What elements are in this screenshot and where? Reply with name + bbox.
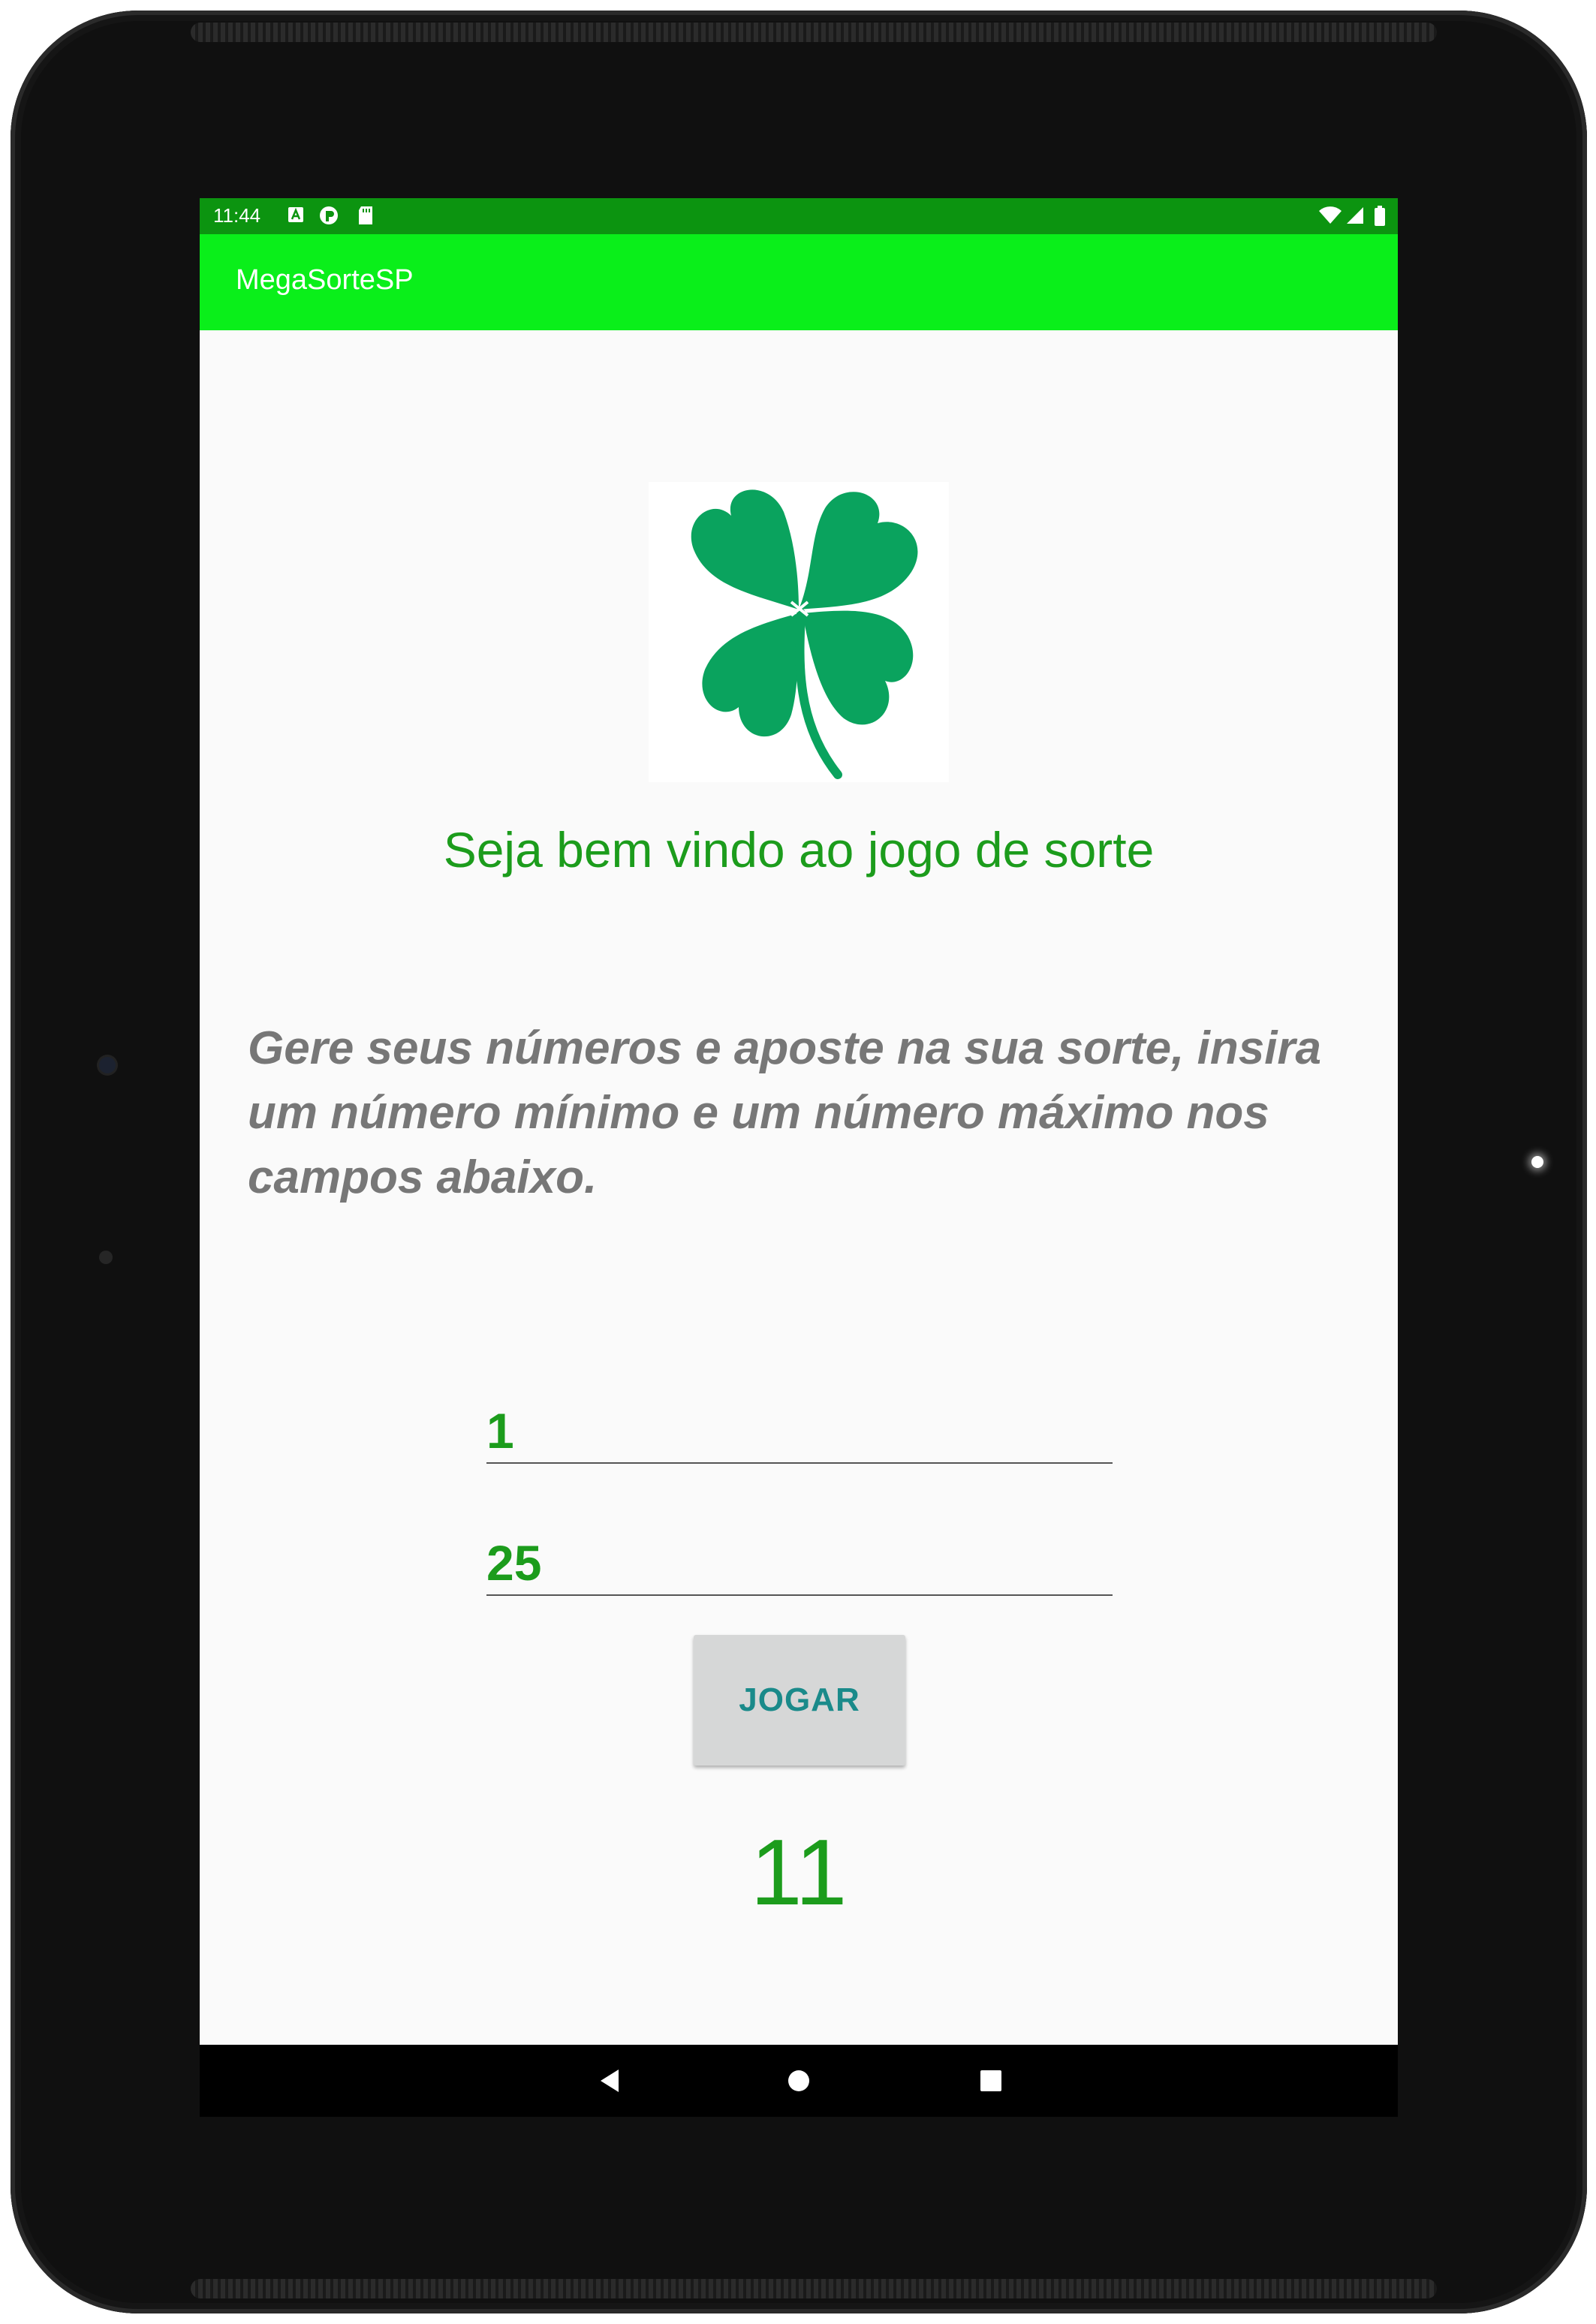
app-bar: MegaSorteSP [200, 234, 1398, 330]
min-number-field-wrapper [486, 1402, 1113, 1464]
back-icon[interactable] [590, 2061, 629, 2100]
app-title: MegaSorteSP [236, 264, 414, 296]
clover-image [649, 482, 949, 782]
bottom-speaker-grille [191, 2279, 1437, 2298]
accessibility-notification-icon [287, 206, 305, 227]
status-time: 11:44 [213, 204, 261, 227]
led-indicator [1531, 1156, 1543, 1168]
result-number: 11 [750, 1821, 848, 1925]
front-camera [99, 1057, 116, 1073]
recents-icon[interactable] [971, 2061, 1010, 2100]
top-speaker-grille [191, 23, 1437, 42]
play-button[interactable]: JOGAR [694, 1635, 905, 1766]
app-notification-icon [318, 206, 339, 230]
wifi-icon [1318, 206, 1342, 228]
clover-icon [649, 489, 949, 785]
max-number-field-wrapper [486, 1534, 1113, 1596]
max-number-field[interactable] [486, 1534, 1113, 1591]
signal-icon [1345, 206, 1365, 228]
home-icon[interactable] [779, 2061, 818, 2100]
welcome-text: Seja bem vindo ao jogo de sorte [443, 822, 1155, 878]
battery-icon [1374, 206, 1386, 230]
navigation-bar [200, 2045, 1398, 2117]
light-sensor [99, 1251, 113, 1264]
instructions-text: Gere seus números e aposte na sua sorte,… [248, 1022, 1322, 1203]
min-number-field[interactable] [486, 1402, 1113, 1459]
status-bar: 11:44 [200, 198, 1398, 234]
sd-card-icon [357, 206, 374, 228]
app-screen: 11:44 MegaSorteSP Seja bem vindo ao jogo… [200, 198, 1398, 2117]
